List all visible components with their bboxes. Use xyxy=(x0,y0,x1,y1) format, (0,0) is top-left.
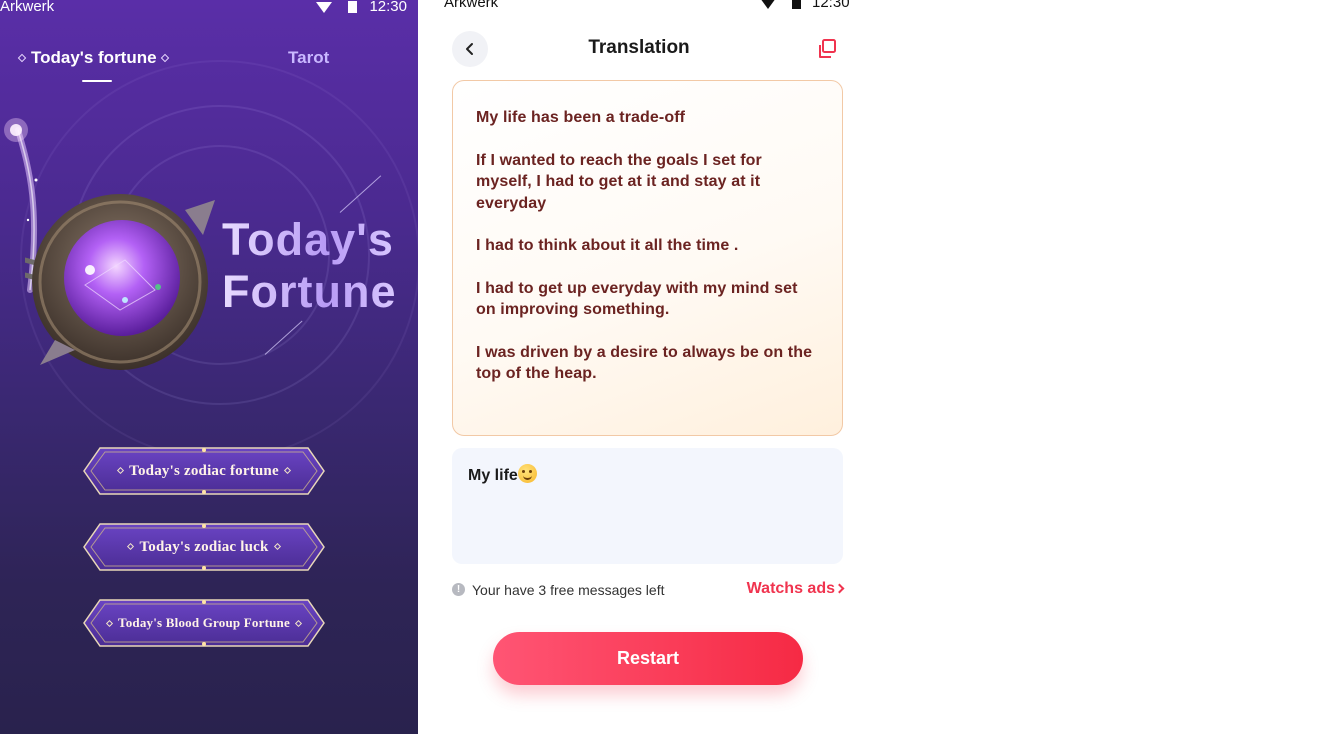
blood-group-fortune-button-label: Today's Blood Group Fortune xyxy=(118,615,290,630)
page-title: Translation xyxy=(588,37,690,58)
blood-group-fortune-button[interactable]: Today's Blood Group Fortune xyxy=(82,598,326,648)
battery-icon xyxy=(792,0,802,9)
hero-title-line2: Fortune xyxy=(222,266,397,317)
diamond-icon xyxy=(283,467,291,475)
zodiac-fortune-button[interactable]: Today's zodiac fortune xyxy=(82,446,326,496)
free-messages-text: Your have 3 free messages left xyxy=(472,582,665,598)
diamond-icon xyxy=(127,543,135,551)
message-input-field[interactable]: My life xyxy=(452,448,843,564)
wifi-icon xyxy=(760,0,776,9)
active-tab-indicator xyxy=(82,80,112,82)
message-input-text: My life xyxy=(468,467,518,484)
battery-icon xyxy=(348,1,358,13)
carrier-name: Arkwerk xyxy=(444,0,499,11)
status-bar: Arkwerk 12:30 xyxy=(418,0,866,14)
copy-button[interactable] xyxy=(815,37,839,61)
diamond-icon xyxy=(117,467,125,475)
result-paragraph: My life has been a trade-off xyxy=(476,109,686,126)
status-time: 12:30 xyxy=(369,0,407,15)
copy-icon xyxy=(819,39,836,58)
result-paragraph: I was driven by a desire to always be on… xyxy=(476,343,813,383)
watch-ads-label: Watchs ads xyxy=(746,580,835,597)
zodiac-luck-button[interactable]: Today's zodiac luck xyxy=(82,522,326,572)
translation-screen: Arkwerk 12:30 Translation My life has be… xyxy=(418,0,866,734)
free-messages-info: ! Your have 3 free messages left Watchs … xyxy=(452,580,845,600)
fortune-screen: Arkwerk 12:30 Today's fortune Tarot Toda… xyxy=(0,0,418,734)
diamond-icon xyxy=(294,619,302,627)
translation-result-card: My life has been a trade-off If I wanted… xyxy=(452,80,843,436)
diamond-icon xyxy=(160,53,169,62)
result-paragraph: I had to think about it all the time . xyxy=(476,237,739,254)
zodiac-fortune-button-label: Today's zodiac fortune xyxy=(129,463,279,479)
hero-title-line1-part2: y's xyxy=(330,214,394,265)
status-bar: Arkwerk 12:30 xyxy=(0,0,418,16)
diamond-icon xyxy=(105,619,114,627)
tab-tarot[interactable]: Tarot xyxy=(288,48,329,68)
result-paragraph: I had to get up everyday with my mind se… xyxy=(476,279,798,319)
todays-fortune-hero-title: Today's Fortune xyxy=(222,214,396,318)
carrier-name: Arkwerk xyxy=(0,0,55,15)
watch-ads-link[interactable]: Watchs ads xyxy=(746,580,845,598)
diamond-icon xyxy=(17,53,27,62)
wifi-icon xyxy=(316,2,332,13)
smiling-face-emoji-icon xyxy=(517,464,537,483)
crystal-orb-illustration xyxy=(25,194,215,370)
diamond-icon xyxy=(273,543,281,551)
result-paragraph: If I wanted to reach the goals I set for… xyxy=(476,151,762,212)
hero-title-line1-part1: Toda xyxy=(222,214,331,265)
zodiac-luck-button-label: Today's zodiac luck xyxy=(139,539,269,555)
info-icon: ! xyxy=(452,583,465,596)
chevron-right-icon xyxy=(834,583,845,594)
tab-todays-fortune[interactable]: Today's fortune xyxy=(14,48,174,68)
status-time: 12:30 xyxy=(812,0,850,11)
tab-todays-fortune-label: Today's fortune xyxy=(31,48,157,67)
restart-button[interactable]: Restart xyxy=(493,632,803,685)
